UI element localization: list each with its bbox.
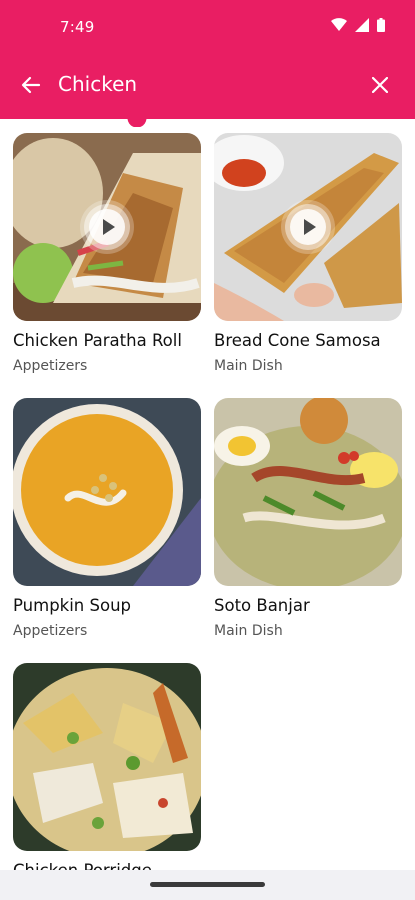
recipe-image [13,133,201,321]
play-video-button[interactable] [84,204,130,250]
recipe-image [13,398,201,586]
status-time: 7:49 [60,18,95,36]
arrow-left-icon [21,76,41,94]
status-icons [331,18,385,32]
play-video-button[interactable] [285,204,331,250]
recipe-title: Bread Cone Samosa [214,331,381,350]
recipe-title: Chicken Porridge [13,861,201,870]
recipe-category: Main Dish [214,623,283,639]
recipe-category: Main Dish [214,358,283,374]
close-icon [372,77,388,93]
recipe-card[interactable]: Chicken Porridge [13,663,201,870]
signal-icon [355,18,369,32]
search-input[interactable] [58,70,348,98]
recipe-title: Chicken Paratha Roll [13,331,182,350]
play-icon [89,209,125,245]
recipe-category: Appetizers [13,358,88,374]
back-button[interactable] [18,72,44,98]
clear-search-button[interactable] [369,74,391,96]
app-bar: 7:49 [0,0,415,127]
navigation-bar [0,870,415,900]
recipe-card[interactable]: Soto Banjar Main Dish [214,398,402,639]
recipe-card[interactable]: Bread Cone Samosa Main Dish [214,133,402,374]
recipe-image [214,398,402,586]
battery-icon [377,18,385,32]
recipe-category: Appetizers [13,623,88,639]
gesture-handle[interactable] [150,882,265,887]
play-icon [290,209,326,245]
wifi-icon [331,18,347,31]
recipe-grid: Chicken Paratha Roll Appetizers Bread Co… [0,119,415,870]
status-bar: 7:49 [0,0,415,56]
recipe-image [214,133,402,321]
recipe-card[interactable]: Pumpkin Soup Appetizers [13,398,201,639]
search-toolbar [0,62,415,110]
recipe-title: Pumpkin Soup [13,596,132,615]
recipe-image [13,663,201,851]
recipe-title: Soto Banjar [214,596,310,615]
recipe-card[interactable]: Chicken Paratha Roll Appetizers [13,133,201,374]
